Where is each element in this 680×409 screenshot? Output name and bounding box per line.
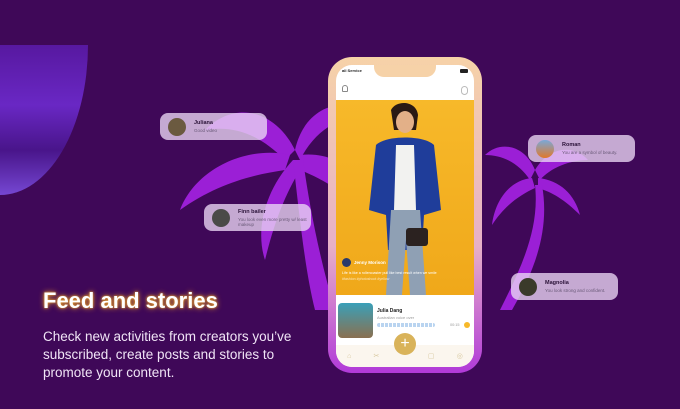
status-bar-text: all Service — [342, 68, 362, 73]
headline: Feed and stories — [43, 288, 218, 313]
audio-title: Julia Dang — [377, 308, 403, 314]
scissors-icon[interactable]: ✂ — [374, 352, 380, 360]
post-caption: Jenny Morison Life is like a rollercoast… — [342, 258, 442, 281]
create-post-button[interactable]: + — [394, 333, 416, 355]
avatar — [519, 277, 537, 296]
comment-card[interactable]: Finn bailer You look even more pretty w/ … — [204, 204, 311, 231]
author-avatar — [342, 258, 351, 267]
bell-icon[interactable] — [342, 85, 348, 92]
audio-subtitle: Australian voice over — [377, 315, 415, 320]
phone-screen: all Service Jenny Morison Life is like a… — [336, 65, 474, 367]
comment-author: Magnolia — [545, 280, 569, 286]
comment-author: Roman — [562, 142, 581, 148]
comment-text: You are a symbol of beauty. — [562, 150, 618, 155]
comment-text: You look strong and confident. — [545, 288, 606, 293]
comment-card[interactable]: Juliana Good video — [160, 113, 267, 140]
audio-thumbnail — [338, 303, 373, 338]
description: Check new activities from creators you’v… — [43, 329, 292, 380]
comment-text: Good video — [194, 128, 218, 133]
audio-waveform[interactable] — [377, 323, 435, 327]
fingerprint-icon[interactable] — [461, 86, 468, 95]
post-tags: #fashion #photoshoot #yellow — [342, 277, 390, 281]
avatar — [212, 208, 230, 227]
comment-author: Juliana — [194, 120, 213, 126]
profile-icon[interactable]: ◎ — [457, 352, 463, 360]
comment-card[interactable]: Roman You are a symbol of beauty. — [528, 135, 635, 162]
comment-text: You look even more pretty w/ least makeu… — [238, 216, 307, 227]
comment-card[interactable]: Magnolia You look strong and confident. — [511, 273, 618, 300]
audio-time: 00:15 — [450, 323, 460, 327]
post-text: Life is like a rollercoaster pull like b… — [342, 271, 437, 275]
battery-icon — [460, 69, 468, 73]
phone-notch — [374, 65, 436, 77]
home-icon[interactable]: ⌂ — [347, 353, 351, 360]
phone-mockup: all Service Jenny Morison Life is like a… — [328, 57, 482, 373]
post-author: Jenny Morison — [354, 260, 386, 265]
square-icon[interactable]: ▢ — [428, 352, 435, 360]
avatar — [168, 117, 186, 136]
avatar — [536, 139, 554, 158]
feed-photo[interactable]: Jenny Morison Life is like a rollercoast… — [336, 100, 474, 295]
planet-decoration — [0, 45, 88, 195]
comment-author: Finn bailer — [238, 208, 266, 215]
play-icon[interactable] — [464, 322, 470, 328]
